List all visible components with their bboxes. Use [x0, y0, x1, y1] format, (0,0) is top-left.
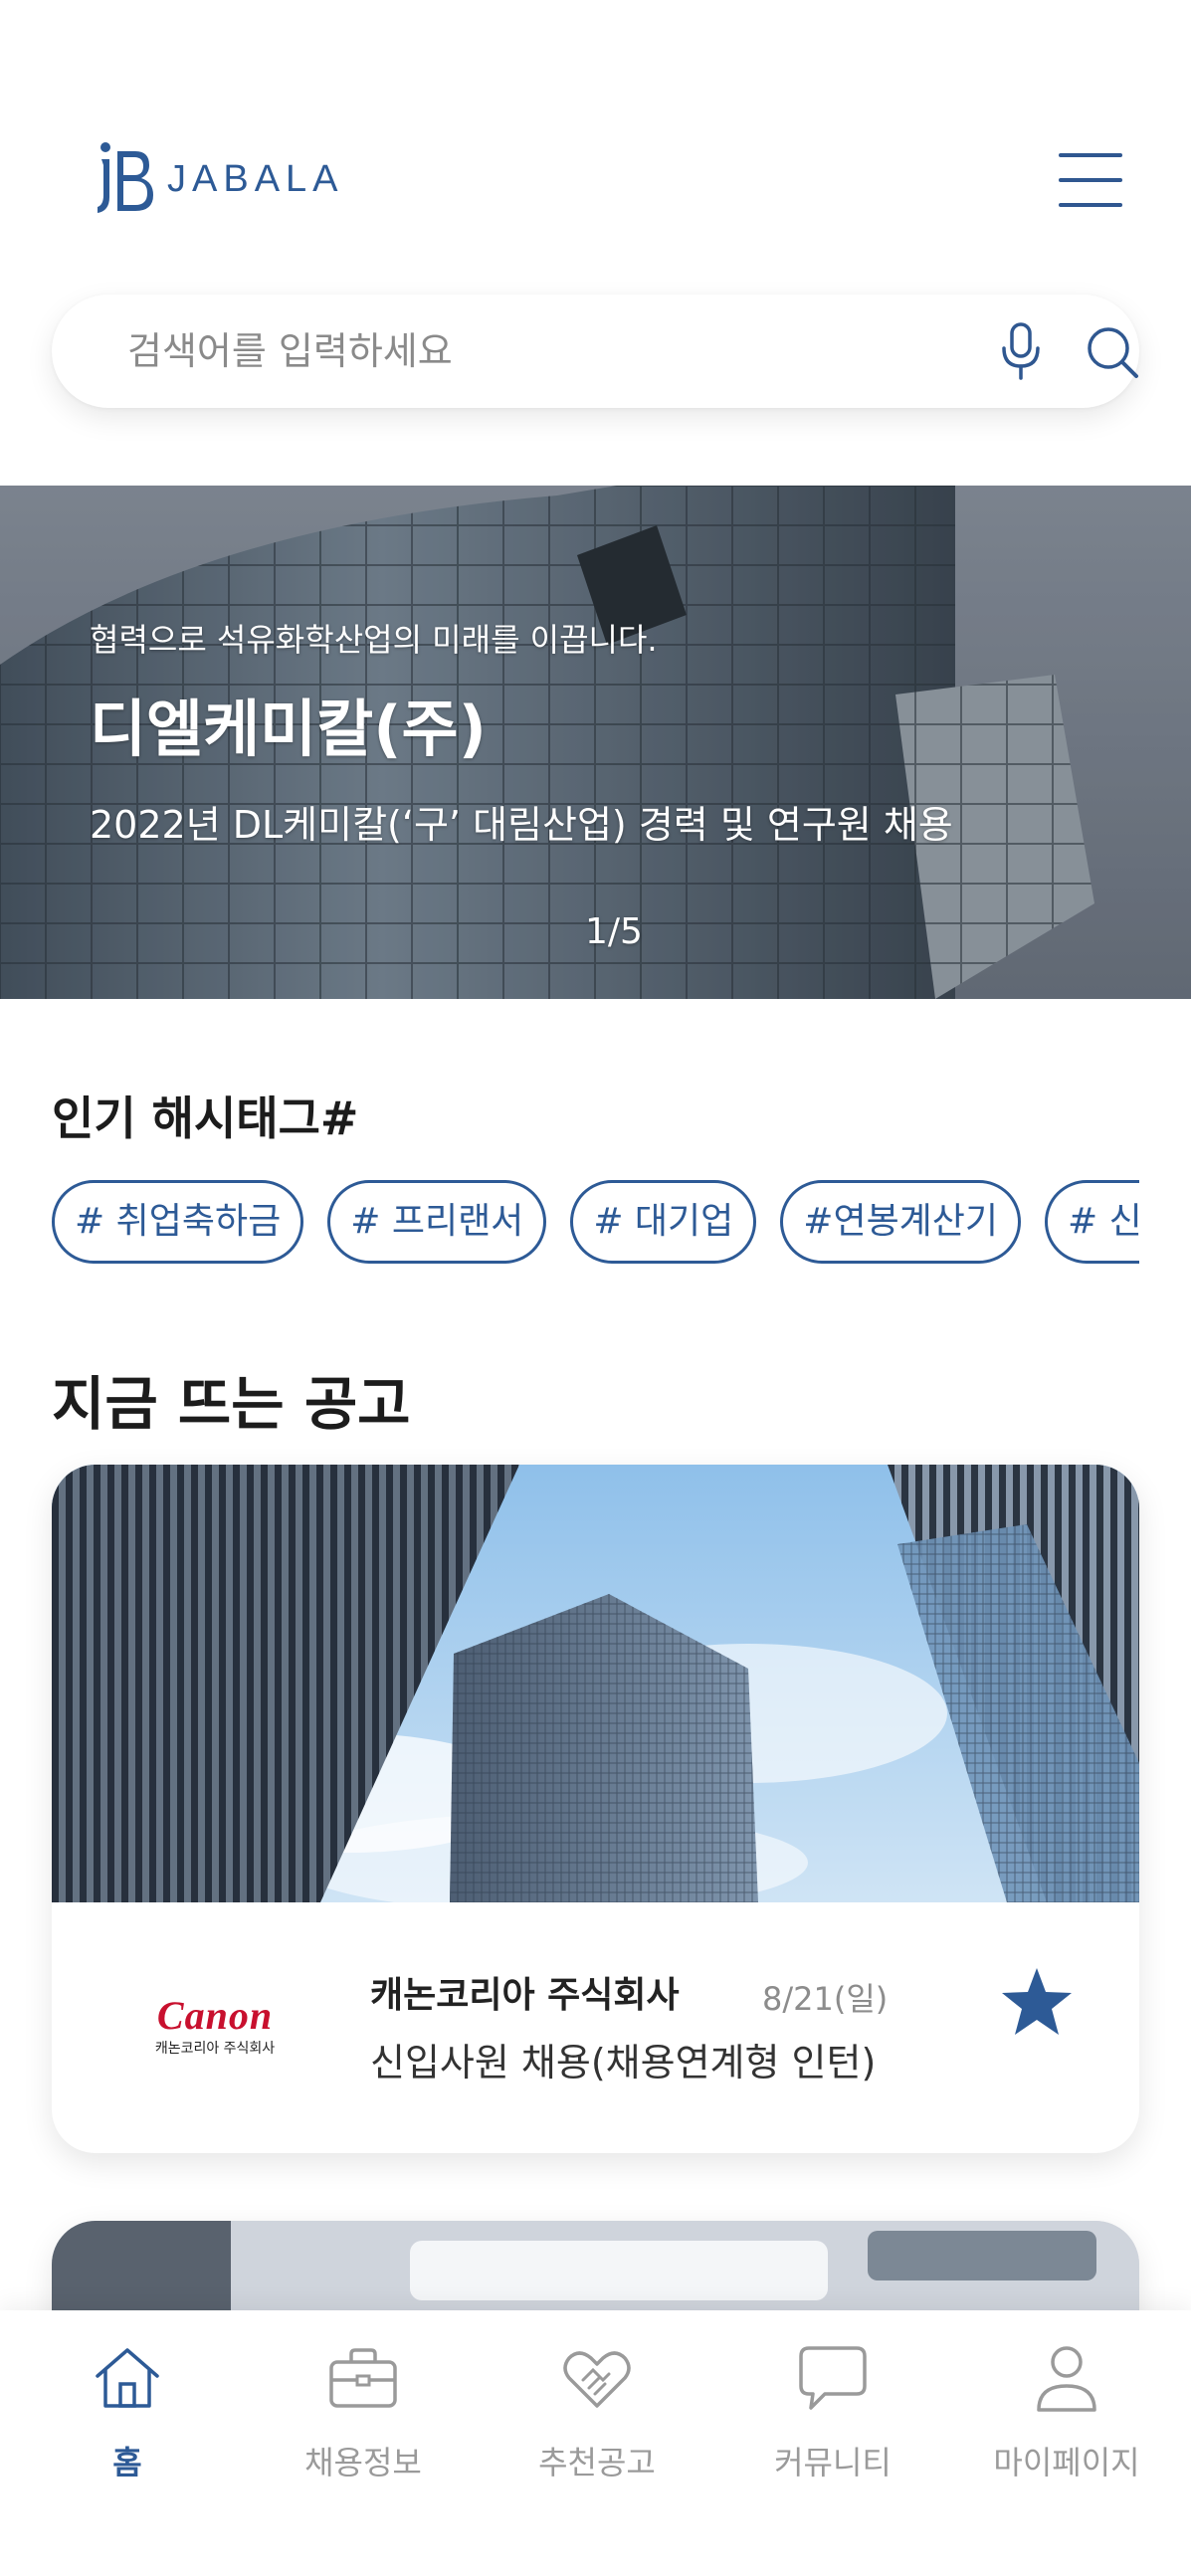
hashtag-section-title: 인기 해시태그#: [52, 1091, 359, 1145]
hashtag-chip[interactable]: # 대기업: [570, 1180, 757, 1264]
hashtag-chip[interactable]: # 신입: [1045, 1180, 1139, 1264]
app-screen: JABALA 검색어를 입력하세요 협력으로 석유화학산업의 미래를 이끕니다.…: [0, 0, 1191, 2576]
header: JABALA: [0, 0, 1191, 279]
mic-icon[interactable]: [995, 320, 1047, 382]
nav-item-mypage[interactable]: 마이페이지: [967, 2340, 1166, 2529]
nav-item-recommended[interactable]: 추천공고: [497, 2340, 696, 2529]
home-icon: [96, 2348, 159, 2408]
briefcase-icon: [329, 2348, 397, 2408]
menu-line-icon: [1059, 203, 1122, 207]
handshake-heart-icon: [563, 2351, 631, 2408]
hashtag-chip[interactable]: # 프리랜서: [327, 1180, 547, 1264]
nav-label-mypage: 마이페이지: [993, 2444, 1140, 2481]
job-card-image: [52, 1465, 1139, 1902]
search-icon[interactable]: [1081, 320, 1142, 382]
search-bar: [52, 295, 1139, 408]
logo[interactable]: JABALA: [96, 141, 344, 217]
nav-label-recommended: 추천공고: [538, 2444, 656, 2481]
user-icon: [1037, 2346, 1096, 2412]
banner-title: 디엘케미칼(주): [90, 693, 487, 765]
banner-description: 2022년 DL케미칼(‘구’ 대림산업) 경력 및 연구원 채용: [90, 803, 953, 847]
company-logo: Canon 캐논코리아 주식회사: [145, 1996, 285, 2058]
logo-text: JABALA: [167, 157, 344, 200]
nav-item-home[interactable]: 홈: [28, 2340, 227, 2529]
job-card[interactable]: Canon 캐논코리아 주식회사 캐논코리아 주식회사 8/21(일) 신입사원…: [52, 1465, 1139, 2153]
nav-item-community[interactable]: 커뮤니티: [733, 2340, 932, 2529]
banner-pagination: 1/5: [585, 911, 643, 952]
hamburger-menu-button[interactable]: [1057, 151, 1126, 209]
nav-label-community: 커뮤니티: [774, 2444, 892, 2481]
job-title: 신입사원 채용(채용연계형 인턴): [370, 2041, 877, 2084]
menu-line-icon: [1059, 178, 1122, 182]
hashtag-list: # 취업축하금 # 프리랜서 # 대기업 #연봉계산기 # 신입: [52, 1180, 1139, 1266]
nav-item-jobs[interactable]: 채용정보: [264, 2340, 463, 2529]
star-icon[interactable]: [999, 1966, 1075, 2038]
hashtag-chip[interactable]: #연봉계산기: [780, 1180, 1022, 1264]
bottom-navigation: 홈 채용정보 추천공고 커뮤니티 마이페이지: [0, 2310, 1191, 2576]
logo-mark-icon: [98, 142, 153, 213]
company-logo-subtext: 캐논코리아 주식회사: [154, 2041, 276, 2057]
nav-label-home: 홈: [112, 2444, 142, 2481]
menu-line-icon: [1059, 153, 1122, 157]
chat-bubble-icon: [799, 2346, 867, 2410]
job-deadline-date: 8/21(일): [762, 1980, 889, 2018]
search-input[interactable]: [127, 316, 923, 386]
company-logo-wordmark: Canon: [156, 1993, 274, 2038]
hashtag-chip[interactable]: # 취업축하금: [52, 1180, 304, 1264]
hot-jobs-section-title: 지금 뜨는 공고: [52, 1370, 411, 1438]
company-name: 캐논코리아 주식회사: [370, 1975, 680, 2016]
hero-banner[interactable]: 협력으로 석유화학산업의 미래를 이끕니다. 디엘케미칼(주) 2022년 DL…: [0, 486, 1191, 999]
nav-label-jobs: 채용정보: [304, 2444, 422, 2481]
banner-subtitle: 협력으로 석유화학산업의 미래를 이끕니다.: [90, 621, 658, 659]
